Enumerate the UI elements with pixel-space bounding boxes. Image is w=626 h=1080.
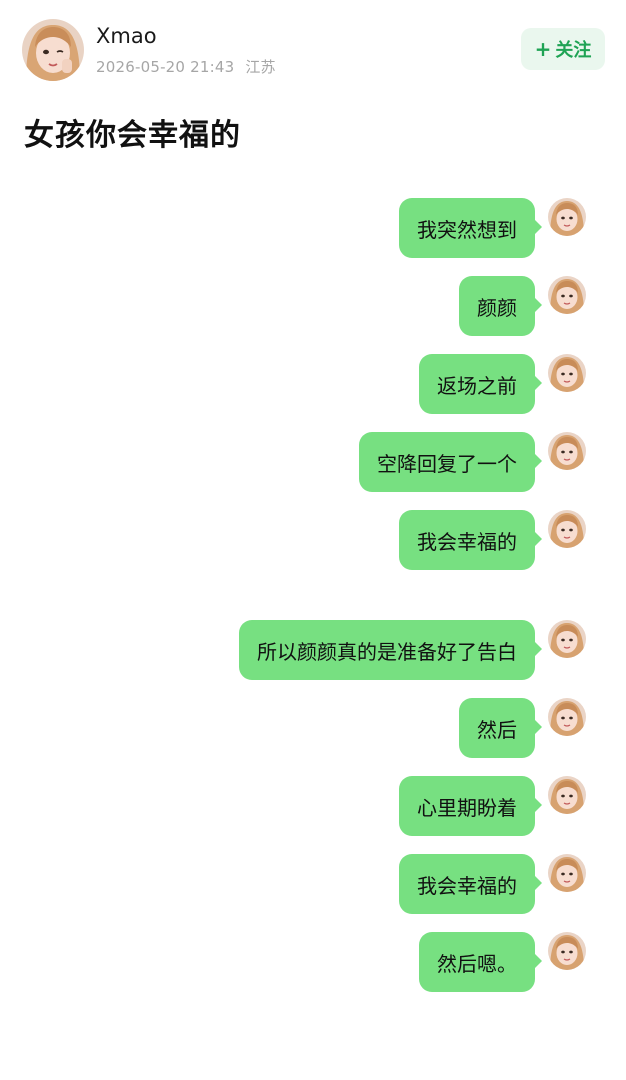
sender-avatar [548,510,586,548]
bubble-tail [535,298,542,312]
bubble-tail [535,532,542,546]
chat-message: 我突然想到 [399,198,586,260]
sender-avatar [548,432,586,470]
chat-message: 所以颜颜真的是准备好了告白 [239,620,586,682]
bubble-tail [535,220,542,234]
bubble-tail [535,876,542,890]
message-bubble: 心里期盼着 [399,776,535,836]
chat-message: 然后 [459,698,586,760]
message-bubble: 所以颜颜真的是准备好了告白 [239,620,535,680]
user-avatar-icon [548,620,586,658]
message-bubble: 返场之前 [419,354,535,414]
message-bubble: 我突然想到 [399,198,535,258]
bubble-tail [535,798,542,812]
message-bubble: 我会幸福的 [399,854,535,914]
chat-screenshot: 我突然想到 颜颜 返场之前 空降回复了一个 我会幸福的 所以颜颜真的是准备好了告… [0,0,626,1080]
user-avatar-icon [548,432,586,470]
chat-message: 心里期盼着 [399,776,586,838]
bubble-tail [535,642,542,656]
sender-avatar [548,276,586,314]
bubble-tail [535,720,542,734]
message-bubble: 颜颜 [459,276,535,336]
bubble-tail [535,454,542,468]
chat-message: 空降回复了一个 [359,432,586,494]
user-avatar-icon [548,510,586,548]
message-bubble: 空降回复了一个 [359,432,535,492]
user-avatar-icon [548,698,586,736]
user-avatar-icon [548,198,586,236]
chat-message: 我会幸福的 [399,854,586,916]
sender-avatar [548,932,586,970]
sender-avatar [548,698,586,736]
sender-avatar [548,854,586,892]
user-avatar-icon [548,276,586,314]
chat-message: 然后嗯。 [419,932,586,994]
chat-message: 返场之前 [419,354,586,416]
message-bubble: 然后 [459,698,535,758]
sender-avatar [548,776,586,814]
user-avatar-icon [548,776,586,814]
message-bubble: 然后嗯。 [419,932,535,992]
sender-avatar [548,354,586,392]
bubble-tail [535,376,542,390]
chat-message: 我会幸福的 [399,510,586,572]
user-avatar-icon [548,354,586,392]
message-bubble: 我会幸福的 [399,510,535,570]
user-avatar-icon [548,932,586,970]
user-avatar-icon [548,854,586,892]
chat-message: 颜颜 [459,276,586,338]
sender-avatar [548,620,586,658]
bubble-tail [535,954,542,968]
sender-avatar [548,198,586,236]
